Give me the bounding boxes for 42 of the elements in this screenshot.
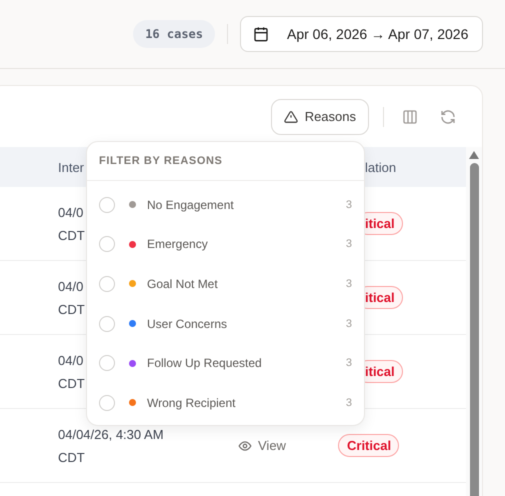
timezone-text: CDT	[58, 302, 85, 316]
timezone-text: CDT	[58, 376, 85, 390]
warning-icon	[284, 110, 298, 124]
radio-button[interactable]	[99, 394, 115, 411]
scroll-up-icon	[469, 151, 479, 159]
option-label: Emergency	[147, 237, 209, 252]
column-header: Inter	[58, 160, 84, 174]
option-count: 3	[346, 278, 352, 290]
date-time-text: 04/0	[58, 278, 84, 294]
severity-badge: Critical	[338, 434, 400, 457]
filter-option[interactable]: Wrong Recipient 3	[87, 382, 364, 423]
option-label: User Concerns	[147, 316, 228, 331]
timezone-text: CDT	[58, 228, 85, 242]
radio-button[interactable]	[99, 196, 115, 213]
option-label: No Engagement	[147, 198, 235, 212]
radio-button[interactable]	[99, 355, 115, 372]
option-count: 3	[346, 357, 352, 370]
columns-icon	[402, 108, 418, 124]
radio-button[interactable]	[99, 276, 115, 292]
date-time-text: 04/04/26, 4:30 AM	[58, 426, 164, 442]
case-count-badge: 16 cases	[133, 20, 215, 48]
option-count: 3	[346, 238, 352, 250]
reasons-button[interactable]: Reasons	[270, 98, 369, 134]
option-count: 3	[346, 318, 352, 330]
radio-button[interactable]	[99, 316, 115, 332]
option-label: Goal Not Met	[147, 276, 219, 291]
calendar-icon	[253, 26, 269, 42]
date-time-text: 04/0	[58, 204, 84, 220]
option-label: Follow Up Requested	[147, 356, 263, 370]
timezone-text: CDT	[58, 450, 85, 464]
refresh-icon	[440, 108, 456, 124]
option-count: 3	[346, 198, 352, 211]
radio-button[interactable]	[99, 236, 115, 252]
option-label: Wrong Recipient	[147, 396, 236, 410]
date-range-button[interactable]: Apr 06, 2026 → Apr 07, 2026	[240, 16, 483, 52]
date-time-text: 04/0	[58, 352, 84, 368]
option-count: 3	[346, 396, 352, 409]
menu-title: FILTER BY REASONS	[87, 142, 364, 181]
scrollbar[interactable]	[466, 147, 482, 496]
eye-icon	[238, 438, 252, 452]
view-link[interactable]: View	[238, 438, 286, 453]
column-header: lation	[365, 160, 396, 174]
